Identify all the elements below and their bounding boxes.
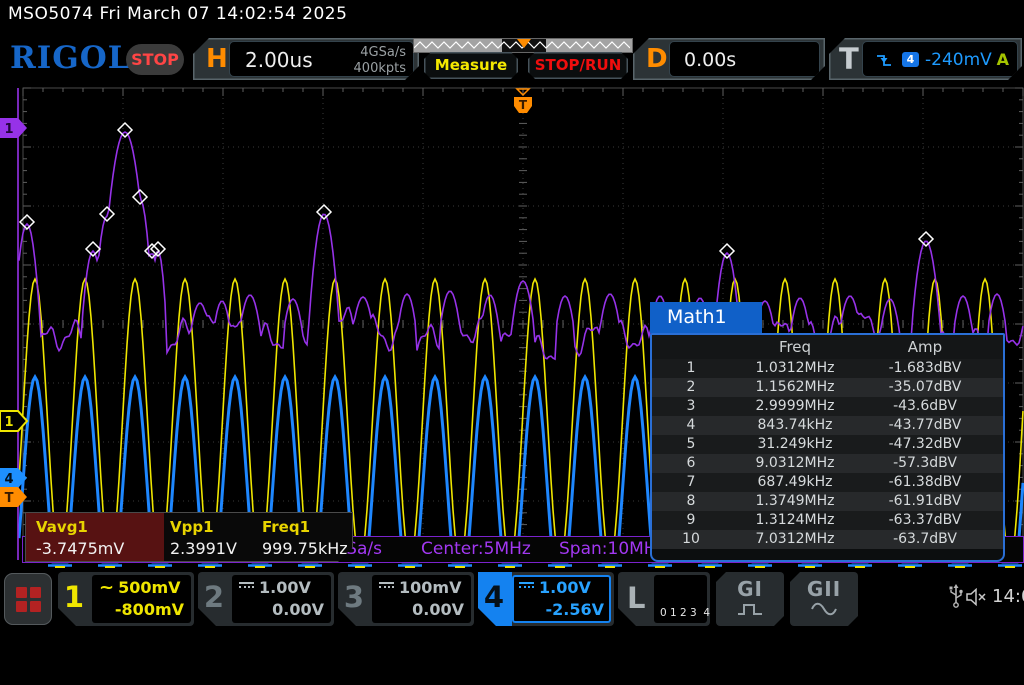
usb-icon bbox=[948, 584, 964, 608]
delay-display[interactable]: 0.00s bbox=[669, 41, 820, 77]
svg-text:T: T bbox=[519, 98, 528, 112]
timebase-display[interactable]: 2.00us 4GSa/s 400kpts bbox=[229, 41, 414, 77]
fft-center: Center:5MHz bbox=[421, 539, 531, 559]
col-amp: Amp bbox=[860, 335, 990, 359]
square-wave-icon bbox=[737, 602, 763, 616]
channel4-offset: -2.56V bbox=[519, 600, 604, 619]
ac-coupling-icon: ~ bbox=[99, 582, 114, 594]
clock: 14:02 bbox=[992, 586, 1024, 607]
channel4-number: 4 bbox=[478, 580, 510, 614]
svg-text:T: T bbox=[5, 491, 14, 506]
measurement-label: Vpp1 bbox=[170, 518, 214, 536]
generator1-button[interactable]: GI bbox=[716, 572, 784, 626]
generator2-label: GII bbox=[790, 577, 858, 601]
channel1-button[interactable]: 1 ~500mV -800mV bbox=[58, 572, 194, 626]
header-bar: RIGOL STOP H 2.00us 4GSa/s 400kpts Measu… bbox=[0, 30, 1024, 86]
measurement-label: Vavg1 bbox=[36, 518, 88, 536]
sine-wave-icon bbox=[811, 602, 837, 616]
channel2-scale: 1.00V bbox=[259, 578, 311, 597]
measurement-label: Freq1 bbox=[262, 518, 310, 536]
fft-peak-marker bbox=[118, 123, 132, 137]
trigger-mode: A bbox=[997, 50, 1009, 69]
generator1-label: GI bbox=[716, 577, 784, 601]
channel1-offset: -800mV bbox=[99, 600, 184, 619]
channel2-button[interactable]: 2 1.00V 0.00V bbox=[198, 572, 334, 626]
math-table-row: 81.3749MHz-61.91dBV bbox=[652, 492, 1003, 511]
math-table-row: 7687.49kHz-61.38dBV bbox=[652, 473, 1003, 492]
svg-text:4: 4 bbox=[4, 472, 13, 487]
channel4-button[interactable]: 4 1.00V -2.56V bbox=[478, 572, 614, 626]
dc-coupling-icon bbox=[239, 582, 254, 593]
measurement-value: -3.7475mV bbox=[36, 539, 124, 558]
math1-peak-table: Freq Amp 11.0312MHz-1.683dBV21.1562MHz-3… bbox=[650, 333, 1005, 562]
delay-value: 0.00s bbox=[684, 49, 736, 71]
channel3-number: 3 bbox=[338, 580, 370, 614]
math-table-row: 11.0312MHz-1.683dBV bbox=[652, 359, 1003, 378]
menu-button[interactable] bbox=[4, 573, 52, 625]
trigger-level: -240mV bbox=[925, 50, 992, 70]
channel2-offset: 0.00V bbox=[239, 600, 324, 619]
waveform-position-bar[interactable] bbox=[413, 38, 633, 53]
run-state-badge[interactable]: STOP bbox=[126, 44, 184, 75]
trigger-panel[interactable]: T 4 -240mV A bbox=[829, 38, 1022, 80]
logic-row1: 0 1 2 3 4 5 6 7 bbox=[660, 607, 707, 620]
measurement-value: 999.75kHz bbox=[262, 539, 348, 558]
logic-channels-button[interactable]: L 0 1 2 3 4 5 6 7 8 9 10 11 12 13 14 15 bbox=[618, 572, 710, 626]
fft-peak-marker bbox=[20, 215, 34, 229]
menu-grid-icon bbox=[16, 587, 41, 612]
math-table-row: 21.1562MHz-35.07dBV bbox=[652, 378, 1003, 397]
timebase-value: 2.00us bbox=[245, 48, 313, 72]
position-marker-icon bbox=[517, 39, 531, 48]
math-table-row: 107.0312MHz-63.7dBV bbox=[652, 530, 1003, 549]
bottom-bar: 1 ~500mV -800mV 2 1.00V 0.00V 3 100mV 0.… bbox=[0, 568, 1024, 630]
measure-button[interactable]: Measure bbox=[424, 52, 518, 79]
channel1-number: 1 bbox=[58, 580, 90, 614]
fft-peak-marker bbox=[720, 244, 734, 258]
channel2-number: 2 bbox=[198, 580, 230, 614]
channel3-button[interactable]: 3 100mV 0.00V bbox=[338, 572, 474, 626]
memory-depth: 400kpts bbox=[354, 61, 406, 77]
math-table-row: 531.249kHz-47.32dBV bbox=[652, 435, 1003, 454]
channel3-offset: 0.00V bbox=[379, 600, 464, 619]
falling-edge-trigger-icon bbox=[876, 52, 892, 68]
math1-tab[interactable]: Math1 bbox=[650, 302, 762, 333]
rigol-logo: RIGOL bbox=[10, 40, 131, 76]
math-table-row: 32.9999MHz-43.6dBV bbox=[652, 397, 1003, 416]
horizontal-panel[interactable]: H 2.00us 4GSa/s 400kpts bbox=[193, 38, 419, 80]
fft-peak-marker bbox=[317, 205, 331, 219]
delay-panel[interactable]: D 0.00s bbox=[633, 38, 825, 80]
channel1-scale: 500mV bbox=[118, 578, 180, 597]
measurement-value: 2.3991V bbox=[170, 539, 237, 558]
col-freq: Freq bbox=[730, 335, 860, 359]
speaker-muted-icon[interactable] bbox=[966, 588, 988, 606]
svg-text:1: 1 bbox=[4, 122, 13, 137]
h-label: H bbox=[206, 44, 228, 74]
math-table-row: 4843.74kHz-43.77dBV bbox=[652, 416, 1003, 435]
math-table-row: 69.0312MHz-57.3dBV bbox=[652, 454, 1003, 473]
logic-label: L bbox=[627, 581, 645, 615]
d-label: D bbox=[646, 44, 668, 74]
logic-row2: 8 9 10 11 12 13 14 15 bbox=[660, 646, 707, 659]
math-table-row: 91.3124MHz-63.37dBV bbox=[652, 511, 1003, 530]
dc-coupling-icon bbox=[519, 582, 534, 593]
stop-run-button[interactable]: STOP/RUN bbox=[528, 52, 628, 79]
dc-coupling-icon bbox=[379, 582, 394, 593]
measurement-box[interactable]: Vavg1 -3.7475mV Vpp1 2.3991V Freq1 999.7… bbox=[25, 512, 353, 562]
channel3-scale: 100mV bbox=[399, 578, 461, 597]
trigger-display[interactable]: 4 -240mV A bbox=[862, 41, 1018, 77]
sample-rate: 4GSa/s bbox=[354, 45, 406, 61]
fft-peak-marker bbox=[919, 232, 933, 246]
generator2-button[interactable]: GII bbox=[790, 572, 858, 626]
t-label: T bbox=[839, 42, 859, 76]
titlebar-text: MSO5074 Fri March 07 14:02:54 2025 bbox=[8, 4, 347, 24]
trigger-source-badge: 4 bbox=[902, 52, 919, 67]
fft-peak-marker bbox=[86, 242, 100, 256]
channel4-scale: 1.00V bbox=[539, 578, 591, 597]
svg-text:1: 1 bbox=[4, 415, 13, 430]
table-header: Freq Amp bbox=[652, 335, 1003, 359]
